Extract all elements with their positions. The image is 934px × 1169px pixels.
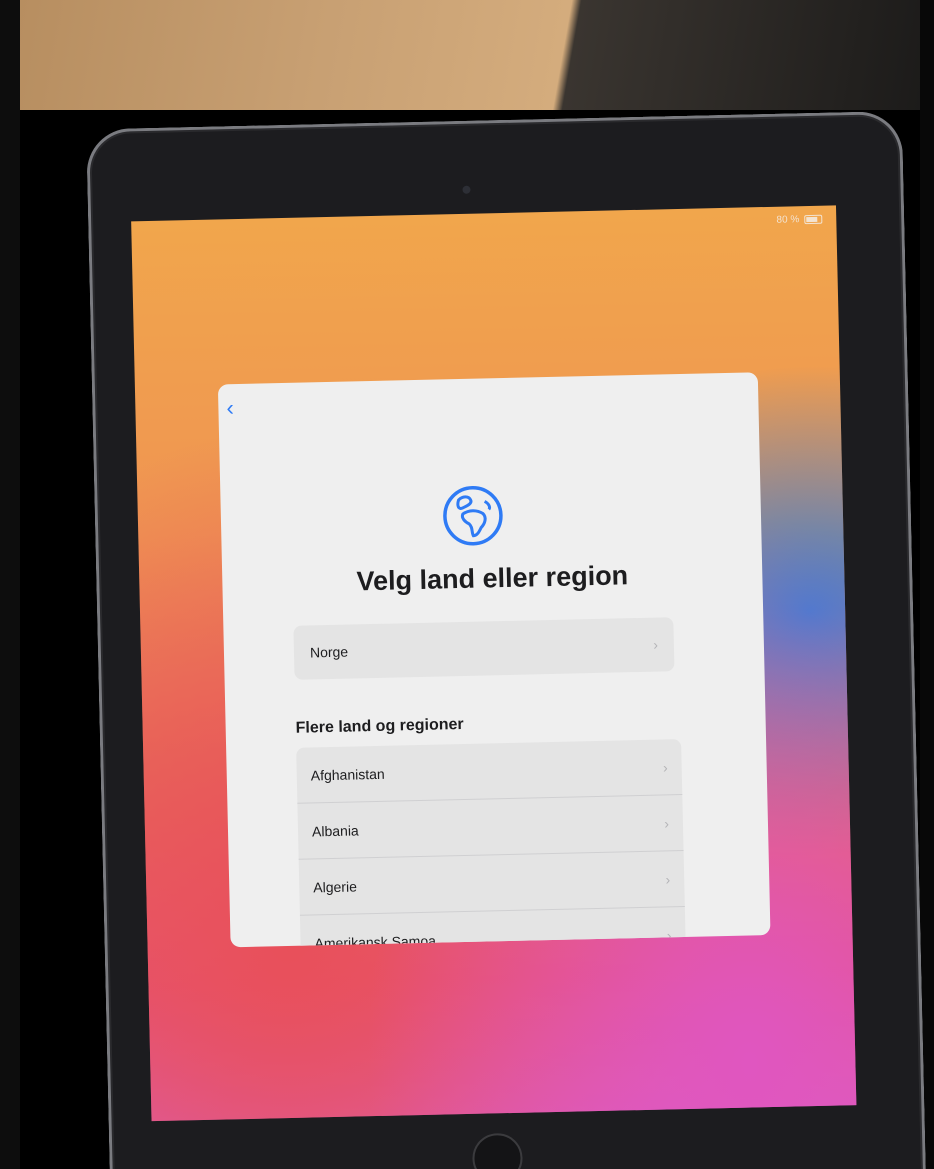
- front-camera: [462, 185, 471, 194]
- current-country-row[interactable]: Norge ›: [293, 617, 675, 680]
- home-button[interactable]: [471, 1132, 524, 1169]
- chevron-left-icon: ‹: [226, 395, 235, 421]
- country-label: Afghanistan: [310, 765, 385, 783]
- country-label: Amerikansk Samoa: [314, 932, 437, 948]
- chevron-right-icon: ›: [653, 636, 659, 653]
- ipad-device: 80 % ‹ Velg land eller region Norge › Fl…: [86, 110, 926, 1169]
- chevron-right-icon: ›: [664, 814, 670, 831]
- country-list: Afghanistan › Albania › Algerie › Amerik…: [296, 739, 687, 948]
- battery-percent: 80 %: [776, 214, 800, 226]
- desk-surface: [0, 0, 934, 110]
- current-country-label: Norge: [309, 643, 349, 661]
- globe-icon: [443, 485, 503, 546]
- back-button[interactable]: ‹: [226, 395, 246, 421]
- setup-card: ‹ Velg land eller region Norge › Flere l…: [217, 372, 771, 948]
- list-item[interactable]: Afghanistan ›: [296, 739, 683, 804]
- battery-icon: [804, 214, 823, 225]
- chevron-right-icon: ›: [666, 926, 672, 943]
- background-left: [0, 0, 20, 1169]
- page-title: Velg land eller region: [356, 560, 629, 597]
- chevron-right-icon: ›: [662, 758, 668, 775]
- chevron-right-icon: ›: [665, 870, 671, 887]
- country-label: Albania: [311, 821, 359, 839]
- list-item[interactable]: Albania ›: [297, 795, 684, 860]
- background-right: [920, 0, 934, 1169]
- country-label: Algerie: [313, 877, 358, 895]
- section-header: Flere land og regioner: [295, 715, 464, 737]
- ipad-screen: 80 % ‹ Velg land eller region Norge › Fl…: [131, 205, 857, 1122]
- list-item[interactable]: Algerie ›: [298, 851, 685, 916]
- status-bar: 80 %: [776, 214, 823, 226]
